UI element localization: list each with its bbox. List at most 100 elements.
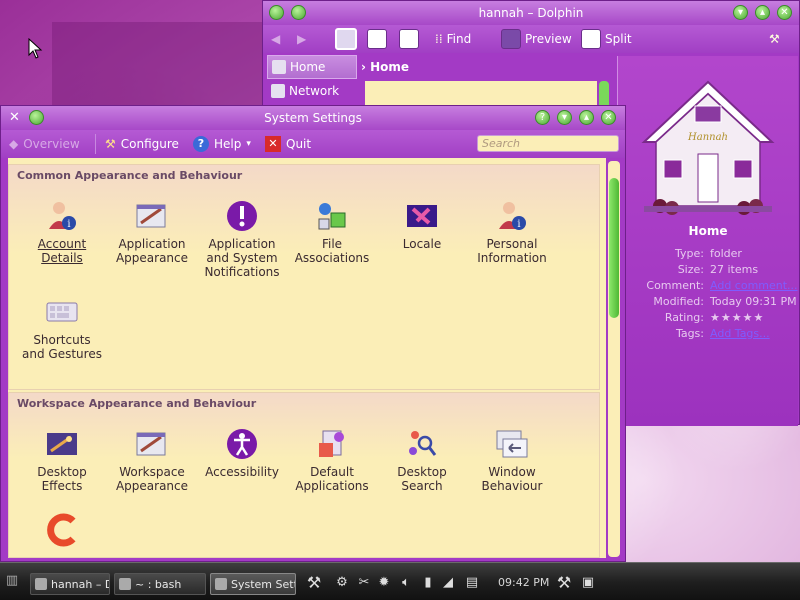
tray-tool-icon[interactable]: ⚒ (306, 575, 322, 591)
search-input[interactable]: Search (477, 135, 619, 152)
item-label: Workspace Appearance (115, 465, 189, 493)
info-row-modified: Modified: Today 09:31 PM (618, 294, 798, 310)
help-icon: ? (193, 136, 209, 152)
group-title: Workspace Appearance and Behaviour (17, 397, 257, 410)
toolbar-separator (95, 134, 96, 154)
window-menu-icon[interactable] (269, 5, 284, 20)
chevron-down-icon: ▾ (246, 139, 251, 149)
overview-button[interactable]: ◆ Overview (9, 133, 80, 155)
item-label: Account Details (37, 237, 87, 265)
preview-button[interactable]: Preview (501, 28, 572, 50)
item-label: Personal Information (477, 237, 547, 265)
split-button[interactable]: Split (581, 28, 632, 50)
task-bash[interactable]: ~ : bash (114, 573, 206, 595)
breadcrumb-home[interactable]: Home (370, 60, 409, 74)
dolphin-titlebar[interactable]: hannah – Dolphin ▾ ▴ ✕ (263, 1, 799, 25)
help-button[interactable]: ? Help ▾ (193, 133, 251, 155)
item-label: Desktop Effects (37, 465, 87, 493)
settings-app-icon[interactable]: ✕ (9, 106, 20, 130)
dolphin-title: hannah – Dolphin (478, 6, 584, 20)
columns-view-button[interactable] (399, 28, 419, 50)
clock[interactable]: 09:42 PM (498, 576, 549, 589)
info-value: folder (710, 247, 742, 260)
item-notifications[interactable]: Application and System Notifications (197, 199, 287, 279)
info-title: Home (688, 224, 728, 238)
overview-icon: ◆ (9, 137, 19, 151)
info-row-rating: Rating: ★★★★★ (618, 310, 798, 326)
rating-stars[interactable]: ★★★★★ (710, 310, 764, 326)
item-workspace-appearance[interactable]: Workspace Appearance (107, 427, 197, 493)
cashew-icon[interactable]: ⚒ (556, 575, 572, 591)
item-accessibility[interactable]: Accessibility (197, 427, 287, 479)
group-workspace-appearance: Workspace Appearance and Behaviour Deskt… (8, 392, 600, 558)
gear-icon[interactable]: ⚙ (334, 575, 350, 591)
place-item-home[interactable]: Home (267, 55, 357, 79)
place-label: Home (290, 60, 326, 74)
volume-icon[interactable]: 🔈︎ (398, 575, 414, 591)
close-button[interactable]: ✕ (601, 110, 616, 125)
taskbar: ▥ hannah – Dolph ~ : bash System Settin … (0, 562, 800, 600)
folder-icon (35, 578, 47, 590)
item-application-appearance[interactable]: Application Appearance (107, 199, 197, 265)
item-label: Application and System Notifications (204, 237, 280, 279)
item-desktop-effects[interactable]: Desktop Effects (17, 427, 107, 493)
minimize-button[interactable]: ▾ (733, 5, 748, 20)
help-titlebar-button[interactable]: ? (535, 110, 550, 125)
item-label: Locale (402, 237, 442, 251)
configure-button[interactable]: ⚒ Configure (105, 133, 179, 155)
settings-title: System Settings (264, 111, 362, 125)
info-key: Tags: (675, 327, 704, 340)
item-desktop-search[interactable]: Desktop Search (377, 427, 467, 493)
quit-button[interactable]: ✕ Quit (265, 133, 311, 155)
item-label: Accessibility (205, 465, 279, 479)
settings-tray-icon[interactable]: ✹ (376, 575, 392, 591)
item-label: Default Applications (295, 465, 369, 493)
task-label: ~ : bash (135, 578, 182, 591)
network-signal-icon[interactable]: ◢ (440, 575, 456, 591)
pin-button[interactable] (291, 5, 306, 20)
task-label: System Settin (231, 578, 295, 591)
settings-icon (215, 578, 227, 590)
close-button[interactable]: ✕ (777, 5, 792, 20)
back-arrow-icon[interactable]: ◀ (271, 28, 280, 50)
item-account-details[interactable]: i Account Details (17, 199, 107, 265)
item-locale[interactable]: Locale (377, 199, 467, 251)
add-comment-link[interactable]: Add comment... (710, 278, 798, 294)
item-splash-screen[interactable] (17, 513, 107, 551)
menu-icon[interactable]: ▥ (4, 573, 20, 589)
battery-icon[interactable]: ▮ (420, 575, 436, 591)
quit-label: Quit (286, 137, 312, 151)
item-window-behaviour[interactable]: Window Behaviour (467, 427, 557, 493)
settings-scrollbar-thumb[interactable] (609, 178, 619, 318)
add-tags-link[interactable]: Add Tags... (710, 326, 770, 342)
info-value: Today 09:31 PM (710, 295, 797, 308)
icons-view-button[interactable] (335, 28, 357, 50)
user-info-icon: i (45, 199, 79, 233)
maximize-button[interactable]: ▴ (579, 110, 594, 125)
item-personal-information[interactable]: i Personal Information (467, 199, 557, 265)
place-item-network[interactable]: Network (267, 80, 357, 102)
show-desktop-icon[interactable]: ▣ (580, 575, 596, 591)
details-view-button[interactable] (367, 28, 387, 50)
info-key: Rating: (664, 311, 704, 324)
maximize-button[interactable]: ▴ (755, 5, 770, 20)
item-default-applications[interactable]: Default Applications (287, 427, 377, 493)
pin-button[interactable] (29, 110, 44, 125)
group-title: Common Appearance and Behaviour (17, 169, 243, 182)
info-key: Type: (675, 247, 704, 260)
find-button[interactable]: ⁞⁞ Find (435, 28, 471, 50)
breadcrumb[interactable]: › Home (361, 57, 601, 77)
scissors-icon[interactable]: ✂ (356, 575, 372, 591)
wrench-icon[interactable]: ⚒ (769, 28, 780, 50)
forward-arrow-icon[interactable]: ▶ (297, 28, 306, 50)
pager-icon[interactable]: ▤ (464, 575, 480, 591)
task-dolphin[interactable]: hannah – Dolph (30, 573, 110, 595)
minimize-button[interactable]: ▾ (557, 110, 572, 125)
item-shortcuts-gestures[interactable]: Shortcuts and Gestures (17, 295, 107, 361)
item-file-associations[interactable]: File Associations (287, 199, 377, 265)
task-system-settings[interactable]: System Settin (210, 573, 296, 595)
info-key: Size: (677, 263, 704, 276)
place-label: Network (289, 84, 340, 98)
settings-titlebar[interactable]: ✕ System Settings ? ▾ ▴ ✕ (1, 106, 625, 130)
find-label: Find (446, 32, 472, 46)
